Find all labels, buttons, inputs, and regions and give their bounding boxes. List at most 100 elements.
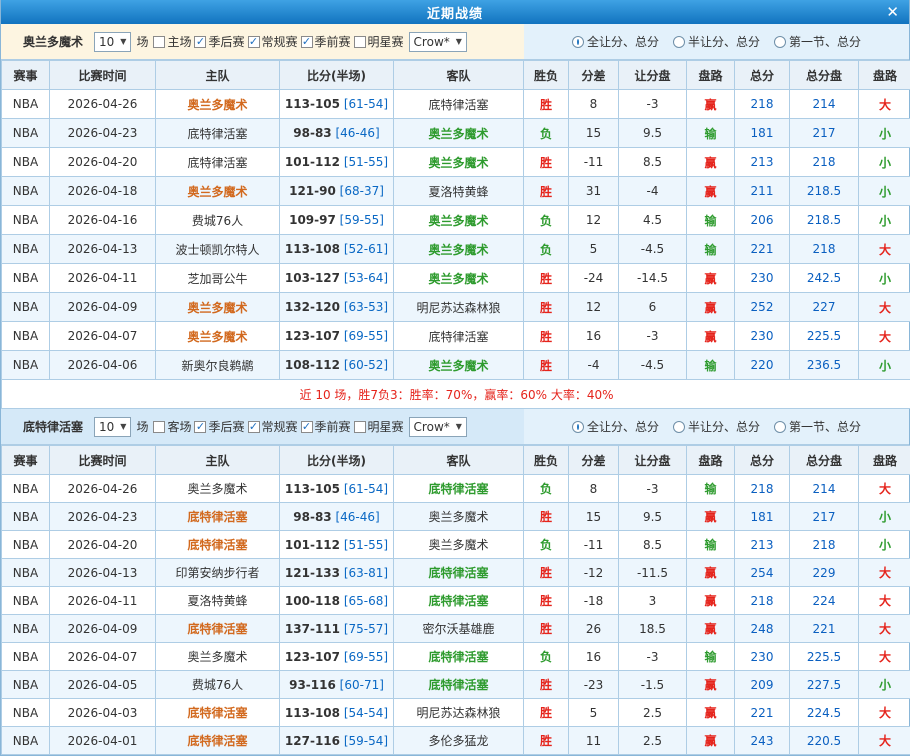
bookmaker-value: Crow* [414, 420, 450, 434]
away-team-cell: 底特律活塞 [394, 90, 524, 119]
filter-checkbox[interactable]: ✓季前赛 [301, 418, 351, 435]
games-count-select[interactable]: 10 ▼ [94, 417, 131, 437]
half-score: [53-64] [344, 271, 388, 285]
away-team-cell: 奥兰多魔术 [394, 235, 524, 264]
game-row: NBA2026-04-09底特律活塞137-111 [75-57]密尔沃基雄鹿胜… [2, 615, 910, 643]
checkbox-icon[interactable] [153, 421, 165, 433]
filter-radio[interactable]: 第一节、总分 [774, 33, 861, 50]
checkbox-icon[interactable] [153, 36, 165, 48]
filter-checkbox[interactable]: 明星赛 [354, 33, 404, 50]
total-points-cell: 221 [735, 699, 790, 727]
column-header: 比分(半场) [280, 61, 394, 90]
handicap-result-cell: 赢 [687, 177, 735, 206]
over-under-cell: 小 [859, 177, 910, 206]
bookmaker-select[interactable]: Crow* ▼ [409, 32, 467, 52]
checkbox-checked-icon[interactable]: ✓ [248, 421, 260, 433]
point-diff-cell: -12 [569, 559, 619, 587]
away-team-cell: 底特律活塞 [394, 322, 524, 351]
home-team-cell: 底特律活塞 [156, 148, 280, 177]
home-team-cell: 奥兰多魔术 [156, 643, 280, 671]
half-score: [63-53] [344, 300, 388, 314]
total-points-cell: 230 [735, 643, 790, 671]
result-cell: 胜 [524, 699, 569, 727]
table-header-row: 赛事比赛时间主队比分(半场)客队胜负分差让分盘盘路总分总分盘盘路 [2, 446, 910, 475]
checkbox-group: 主场✓季后赛✓常规赛✓季前赛明星赛 [153, 33, 403, 50]
over-under-cell: 小 [859, 531, 910, 559]
checkbox-checked-icon[interactable]: ✓ [301, 36, 313, 48]
filter-checkbox[interactable]: ✓常规赛 [248, 418, 298, 435]
filter-checkbox[interactable]: 主场 [153, 33, 191, 50]
date-cell: 2026-04-03 [50, 699, 156, 727]
result-cell: 胜 [524, 322, 569, 351]
result-cell: 胜 [524, 503, 569, 531]
result-cell: 胜 [524, 615, 569, 643]
filter-checkbox[interactable]: ✓季后赛 [194, 418, 244, 435]
close-icon[interactable]: ✕ [886, 1, 899, 23]
over-under-cell: 大 [859, 559, 910, 587]
games-count-select[interactable]: 10 ▼ [94, 32, 131, 52]
filter-checkbox[interactable]: ✓季后赛 [194, 33, 244, 50]
column-header: 盘路 [859, 61, 910, 90]
date-cell: 2026-04-05 [50, 671, 156, 699]
total-points-cell: 248 [735, 615, 790, 643]
score-cell: 98-83 [46-46] [280, 119, 394, 148]
filter-radio[interactable]: 全让分、总分 [572, 418, 659, 435]
checkbox-checked-icon[interactable]: ✓ [194, 421, 206, 433]
point-diff-cell: 16 [569, 643, 619, 671]
over-under-cell: 大 [859, 90, 910, 119]
checkbox-icon[interactable] [354, 421, 366, 433]
filter-checkbox[interactable]: 明星赛 [354, 418, 404, 435]
half-score: [68-37] [340, 184, 384, 198]
home-team-cell: 费城76人 [156, 671, 280, 699]
half-score: [60-52] [344, 358, 388, 372]
half-score: [51-55] [344, 538, 388, 552]
league-cell: NBA [2, 293, 50, 322]
away-team-cell: 明尼苏达森林狼 [394, 699, 524, 727]
filter-controls: 底特律活塞 10 ▼ 场 客场✓季后赛✓常规赛✓季前赛明星赛 Crow* ▼ [1, 409, 524, 444]
radio-selected-icon[interactable] [572, 421, 584, 433]
final-score: 113-108 [285, 242, 340, 256]
league-cell: NBA [2, 671, 50, 699]
checkbox-checked-icon[interactable]: ✓ [248, 36, 260, 48]
game-row: NBA2026-04-05费城76人93-116 [60-71]底特律活塞胜-2… [2, 671, 910, 699]
total-points-cell: 254 [735, 559, 790, 587]
filter-radio[interactable]: 全让分、总分 [572, 33, 659, 50]
total-points-cell: 181 [735, 503, 790, 531]
date-cell: 2026-04-13 [50, 559, 156, 587]
filter-checkbox[interactable]: 客场 [153, 418, 191, 435]
checkbox-label: 季前赛 [315, 33, 351, 50]
checkbox-icon[interactable] [354, 36, 366, 48]
radio-selected-icon[interactable] [572, 36, 584, 48]
filter-checkbox[interactable]: ✓常规赛 [248, 33, 298, 50]
point-diff-cell: -11 [569, 531, 619, 559]
game-row: NBA2026-04-13印第安纳步行者121-133 [63-81]底特律活塞… [2, 559, 910, 587]
league-cell: NBA [2, 615, 50, 643]
checkbox-checked-icon[interactable]: ✓ [301, 421, 313, 433]
radio-icon[interactable] [774, 36, 786, 48]
handicap-result-cell: 赢 [687, 671, 735, 699]
radio-icon[interactable] [673, 36, 685, 48]
total-line-cell: 221 [790, 615, 859, 643]
total-points-cell: 218 [735, 90, 790, 119]
handicap-line-cell: 8.5 [619, 531, 687, 559]
home-team-cell: 奥兰多魔术 [156, 177, 280, 206]
half-score: [69-55] [344, 329, 388, 343]
result-cell: 胜 [524, 351, 569, 380]
radio-icon[interactable] [673, 421, 685, 433]
filter-checkbox[interactable]: ✓季前赛 [301, 33, 351, 50]
away-team-cell: 明尼苏达森林狼 [394, 293, 524, 322]
over-under-cell: 小 [859, 671, 910, 699]
filter-radio[interactable]: 第一节、总分 [774, 418, 861, 435]
handicap-result-cell: 赢 [687, 503, 735, 531]
filter-radio[interactable]: 半让分、总分 [673, 33, 760, 50]
bookmaker-select[interactable]: Crow* ▼ [409, 417, 467, 437]
total-line-cell: 224 [790, 587, 859, 615]
half-score: [69-55] [344, 650, 388, 664]
checkbox-checked-icon[interactable]: ✓ [194, 36, 206, 48]
home-team-cell: 夏洛特黄蜂 [156, 587, 280, 615]
total-points-cell: 218 [735, 587, 790, 615]
radio-icon[interactable] [774, 421, 786, 433]
date-cell: 2026-04-20 [50, 148, 156, 177]
filter-radio[interactable]: 半让分、总分 [673, 418, 760, 435]
handicap-line-cell: 9.5 [619, 503, 687, 531]
